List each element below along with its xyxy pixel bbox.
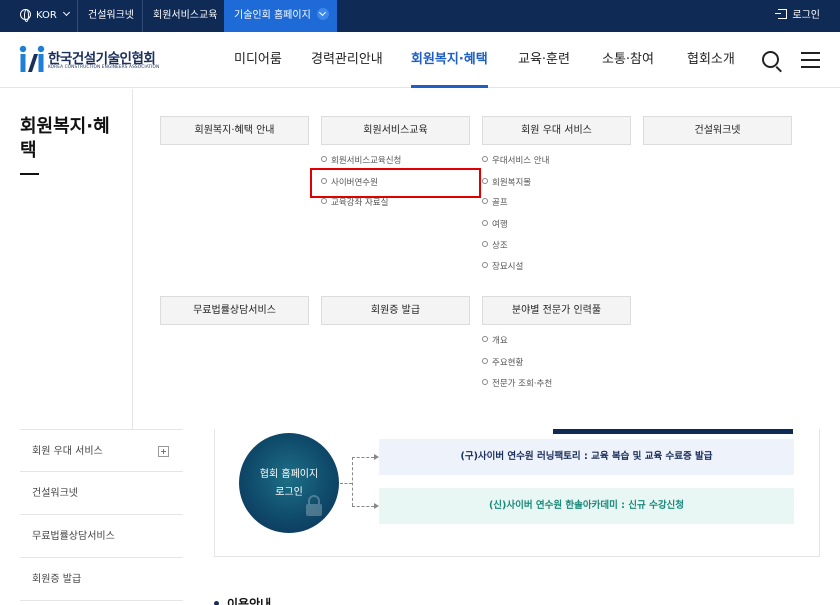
usage-guide-heading: 이용안내 [214, 594, 271, 605]
title-underline [20, 173, 39, 175]
login-link[interactable]: 로그인 [775, 0, 820, 32]
new-cyber-academy-button[interactable]: (신)사이버 연수원 한솔아카데미 : 신규 수강신청 [379, 488, 794, 524]
nav-media-room[interactable]: 미디어룸 [234, 32, 282, 88]
circle-text: 협회 홈페이지 로그인 [239, 466, 339, 502]
old-cyber-academy-button[interactable]: (구)사이버 연수원 러닝팩토리 : 교육 복습 및 교육 수료증 발급 [379, 439, 794, 475]
logo-subtitle: KOREA CONSTRUCTION ENGINEERS ASSOCIATION [48, 65, 160, 70]
search-icon[interactable] [762, 51, 779, 68]
divider [132, 89, 133, 429]
globe-icon [20, 9, 31, 22]
menu-membership-card[interactable]: 회원증 발급 [321, 296, 470, 325]
submenu-welfare-mall[interactable]: 회원복지몰 [482, 178, 531, 189]
plus-icon[interactable] [158, 446, 169, 457]
language-selector[interactable]: KOR [0, 0, 79, 32]
connector-line [352, 506, 374, 507]
chevron-down-icon [62, 8, 70, 17]
submenu-education-apply[interactable]: 회원서비스교육신청 [321, 156, 401, 167]
nav-career-guide[interactable]: 경력관리안내 [311, 32, 383, 88]
menu-member-benefits[interactable]: 회원 우대 서비스 [482, 116, 631, 145]
side-item-membership-card[interactable]: 회원증 발급 [20, 558, 183, 601]
nav-about[interactable]: 협회소개 [687, 32, 735, 88]
submenu-travel[interactable]: 여행 [482, 220, 508, 231]
submenu-course-archive[interactable]: 교육강좌 자료실 [321, 198, 388, 209]
submenu-funeral-service[interactable]: 상조 [482, 241, 508, 252]
chevron-down-circle-icon [316, 8, 329, 20]
menu-welfare-guide[interactable]: 회원복지·혜택 안내 [160, 116, 309, 145]
mega-menu: 회원복지·혜택 회원복지·혜택 안내 회원서비스교육 회원 우대 서비스 건설워… [0, 89, 840, 429]
nav-member-welfare[interactable]: 회원복지·혜택 [411, 32, 488, 88]
nav-communication[interactable]: 소통·참여 [602, 32, 654, 88]
hamburger-menu-icon[interactable] [801, 52, 820, 68]
banner-strip [553, 429, 793, 434]
site-link-worknet[interactable]: 건설워크넷 [77, 0, 144, 32]
side-item-benefits[interactable]: 회원 우대 서비스 [20, 429, 183, 472]
main-header: 한국건설기술인협회 KOREA CONSTRUCTION ENGINEERS A… [0, 32, 840, 88]
connector-line [352, 457, 353, 506]
logo-mark-icon [19, 45, 45, 72]
site-link-association-home[interactable]: 기술인회 홈페이지 [224, 0, 337, 32]
language-label: KOR [36, 10, 57, 21]
submenu-benefit-guide[interactable]: 우대서비스 안내 [482, 156, 549, 167]
nav-education-training[interactable]: 교육·훈련 [518, 32, 570, 88]
submenu-status[interactable]: 주요현황 [482, 358, 523, 369]
side-item-legal[interactable]: 무료법률상담서비스 [20, 515, 183, 558]
side-item-worknet[interactable]: 건설워크넷 [20, 472, 183, 515]
menu-expert-pool[interactable]: 분야별 전문가 인력풀 [482, 296, 631, 325]
top-bar: KOR 건설워크넷 회원서비스교육 기술인회 홈페이지 로그인 [0, 0, 840, 32]
logo[interactable]: 한국건설기술인협회 KOREA CONSTRUCTION ENGINEERS A… [18, 44, 160, 76]
menu-worknet[interactable]: 건설워크넷 [643, 116, 792, 145]
circle-line2: 로그인 [275, 487, 303, 498]
login-label: 로그인 [792, 10, 820, 21]
login-circle-button[interactable]: 협회 홈페이지 로그인 [239, 433, 339, 533]
connector-line [340, 483, 352, 484]
circle-line1: 협회 홈페이지 [259, 469, 319, 480]
submenu-expert-search[interactable]: 전문가 조회·추천 [482, 379, 552, 390]
menu-legal-consulting[interactable]: 무료법률상담서비스 [160, 296, 309, 325]
submenu-golf[interactable]: 골프 [482, 198, 508, 209]
login-icon [775, 9, 788, 19]
menu-member-education[interactable]: 회원서비스교육 [321, 116, 470, 145]
site-link-member-education[interactable]: 회원서비스교육 [142, 0, 227, 32]
submenu-overview[interactable]: 개요 [482, 336, 508, 347]
highlight-box [310, 168, 481, 198]
connector-line [352, 457, 374, 458]
usage-guide-label: 이용안내 [227, 597, 272, 605]
submenu-memorial-facility[interactable]: 장묘시설 [482, 262, 523, 273]
logo-text: 한국건설기술인협회 [48, 51, 156, 67]
site-link-label: 기술인회 홈페이지 [234, 10, 311, 21]
side-item-label: 회원 우대 서비스 [32, 446, 103, 457]
mega-menu-title: 회원복지·혜택 [20, 116, 110, 161]
